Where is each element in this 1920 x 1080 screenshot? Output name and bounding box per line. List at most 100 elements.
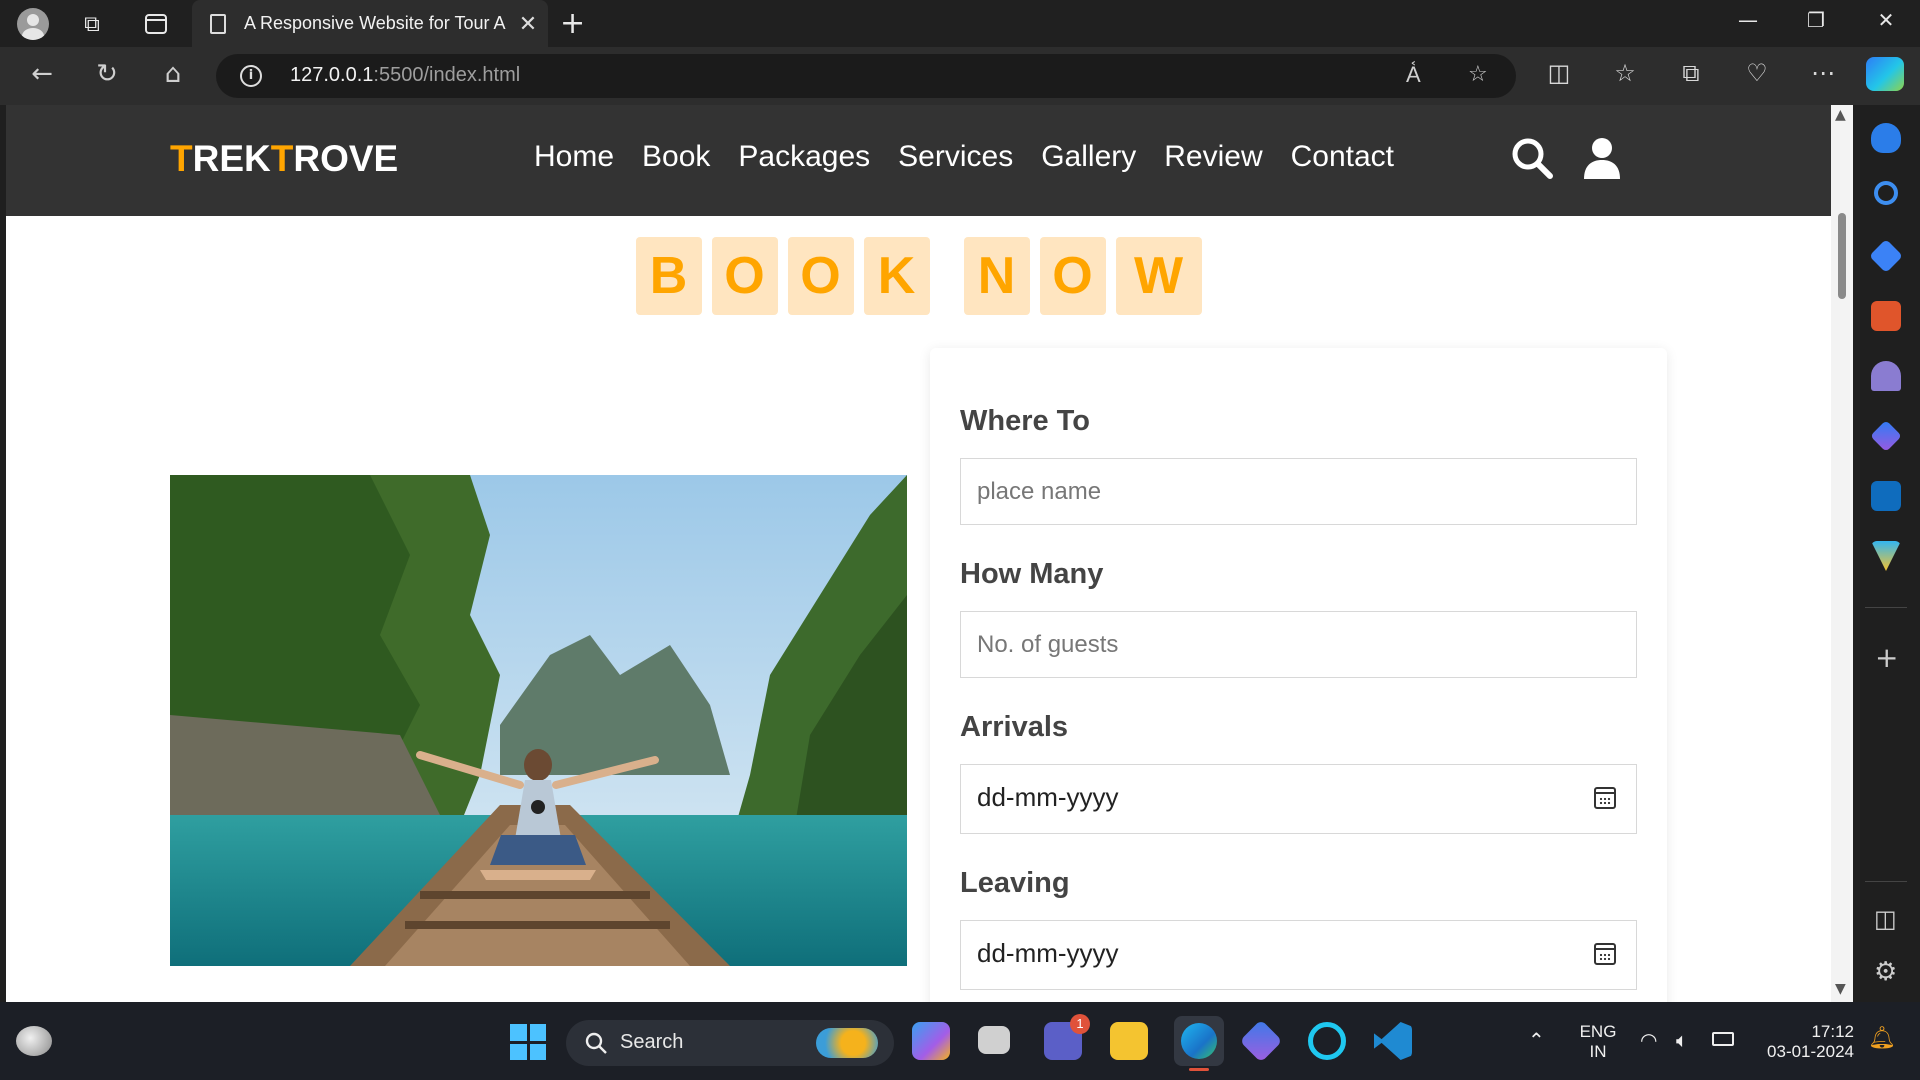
page-viewport: TREKTROVE Home Book Packages Services Ga… — [6, 105, 1831, 1002]
user-icon[interactable] — [1579, 135, 1625, 181]
tab-actions-icon[interactable] — [140, 8, 172, 40]
minimize-button[interactable]: — — [1728, 8, 1768, 32]
leaving-label: Leaving — [960, 867, 1070, 899]
cortana-icon[interactable] — [1308, 1022, 1346, 1060]
browser-essentials-icon[interactable]: ♡ — [1739, 59, 1775, 87]
file-explorer-icon[interactable] — [1110, 1022, 1148, 1060]
tab-close-icon[interactable]: ✕ — [508, 11, 548, 37]
address-bar[interactable]: i 127.0.0.1:5500/index.html A᷾ ☆ — [216, 54, 1516, 98]
heading-letter: O — [787, 237, 854, 315]
nav-book[interactable]: Book — [642, 140, 710, 174]
profile-avatar[interactable] — [17, 8, 49, 40]
taskbar-search-label: Search — [620, 1031, 684, 1053]
edge-sidebar: + ◫ ⚙ — [1853, 105, 1920, 1002]
wifi-icon[interactable]: ◠ — [1640, 1028, 1657, 1052]
vscode-icon[interactable] — [1374, 1022, 1412, 1060]
copilot-icon[interactable] — [1866, 57, 1904, 91]
leaving-date-value: dd-mm-yyyy — [977, 938, 1119, 968]
settings-gear-icon[interactable]: ⚙ — [1874, 957, 1897, 987]
how-many-label: How Many — [960, 558, 1104, 590]
url-text[interactable]: 127.0.0.1:5500/index.html — [290, 64, 520, 87]
close-window-button[interactable]: ✕ — [1866, 8, 1906, 32]
split-screen-icon[interactable]: ◫ — [1541, 59, 1577, 87]
nav-services[interactable]: Services — [898, 140, 1013, 174]
taskbar-search[interactable]: Search — [566, 1020, 894, 1066]
home-icon[interactable]: ⌂ — [155, 59, 191, 89]
teams-chat-icon[interactable]: 1 — [1044, 1014, 1090, 1060]
show-hidden-icons-chevron-icon[interactable]: ⌃ — [1528, 1028, 1545, 1052]
scrollbar-thumb[interactable] — [1838, 213, 1846, 299]
heading-letter: K — [863, 237, 930, 315]
nav-contact[interactable]: Contact — [1291, 140, 1394, 174]
clock-date: 03-01-2024 — [1767, 1042, 1854, 1061]
where-to-input[interactable]: place name — [960, 458, 1637, 525]
notification-bell-icon[interactable] — [1871, 123, 1901, 153]
outlook-icon[interactable] — [1871, 481, 1901, 511]
where-to-label: Where To — [960, 405, 1090, 437]
site-header: TREKTROVE Home Book Packages Services Ga… — [6, 105, 1831, 216]
restore-button[interactable]: ❐ — [1796, 8, 1836, 32]
nav-review[interactable]: Review — [1164, 140, 1262, 174]
volume-icon[interactable]: 🔈︎ — [1676, 1028, 1688, 1052]
start-windows-icon[interactable] — [510, 1024, 546, 1060]
main-nav: Home Book Packages Services Gallery Revi… — [534, 140, 1394, 174]
nav-gallery[interactable]: Gallery — [1041, 140, 1136, 174]
clock-time: 17:12 — [1811, 1022, 1854, 1041]
calendar-icon[interactable] — [1594, 943, 1616, 965]
heading-letter: N — [963, 237, 1030, 315]
new-tab-button[interactable]: + — [560, 6, 585, 41]
browser-title-bar: ⧉ A Responsive Website for Tour A ✕ + — … — [0, 0, 1920, 47]
guests-input[interactable]: No. of guests — [960, 611, 1637, 678]
taskbar-search-icon — [585, 1032, 607, 1054]
page-icon — [210, 13, 226, 34]
book-now-heading: B O O K N O W — [6, 237, 1831, 315]
copilot-pre-icon[interactable] — [912, 1022, 950, 1060]
edge-browser-icon-active[interactable] — [1174, 1016, 1224, 1071]
scroll-up-arrow-icon[interactable]: ▲ — [1835, 107, 1846, 123]
collections-icon[interactable]: ⧉ — [1673, 59, 1709, 87]
windows-taskbar: Search 1 ⌃ ENG IN ◠ 🔈︎ 17:12 03-01-2024 🔔… — [0, 1002, 1920, 1080]
back-icon[interactable]: ← — [24, 59, 60, 89]
scroll-down-arrow-icon[interactable]: ▼ — [1835, 981, 1846, 997]
battery-icon[interactable] — [1712, 1032, 1734, 1046]
heading-letter: B — [635, 237, 702, 315]
chat-badge: 1 — [1070, 1014, 1090, 1034]
search-highlight-icon — [816, 1028, 878, 1058]
page-scrollbar[interactable]: ▲ ▼ — [1831, 105, 1853, 1002]
arrivals-label: Arrivals — [960, 711, 1069, 743]
heading-letter: O — [711, 237, 778, 315]
book-image — [170, 475, 907, 966]
arrivals-date-input[interactable]: dd-mm-yyyy — [960, 764, 1637, 834]
site-info-icon[interactable]: i — [240, 65, 262, 87]
calendar-icon[interactable] — [1594, 787, 1616, 809]
favorite-star-icon[interactable]: ☆ — [1468, 62, 1488, 87]
notification-icon[interactable]: 🔔︎ — [1868, 1026, 1896, 1051]
nav-packages[interactable]: Packages — [738, 140, 870, 174]
copilot-app-icon[interactable] — [1239, 1019, 1283, 1063]
leaving-date-input[interactable]: dd-mm-yyyy — [960, 920, 1637, 990]
language-indicator[interactable]: ENG IN — [1578, 1022, 1618, 1062]
games-icon[interactable] — [1871, 361, 1901, 391]
copilot-sidebar-icon[interactable] — [1870, 420, 1902, 452]
hide-sidebar-icon[interactable]: ◫ — [1874, 905, 1897, 933]
arrivals-date-value: dd-mm-yyyy — [977, 782, 1119, 812]
tools-icon[interactable] — [1871, 301, 1901, 331]
weather-icon[interactable] — [16, 1026, 52, 1056]
clock[interactable]: 17:12 03-01-2024 — [1754, 1022, 1854, 1062]
site-logo[interactable]: TREKTROVE — [170, 138, 398, 180]
shopping-tag-icon[interactable] — [1869, 239, 1903, 273]
read-aloud-icon[interactable]: A᷾ — [1406, 62, 1421, 88]
browser-tab[interactable]: A Responsive Website for Tour A ✕ — [192, 0, 548, 47]
search-icon[interactable] — [1509, 135, 1555, 181]
more-options-icon[interactable]: ⋯ — [1805, 59, 1841, 87]
drop-icon[interactable] — [1871, 541, 1901, 571]
search-sidebar-icon[interactable] — [1874, 181, 1898, 205]
add-sidebar-app-icon[interactable]: + — [1875, 641, 1898, 674]
nav-home[interactable]: Home — [534, 140, 614, 174]
task-view-icon[interactable] — [978, 1026, 1010, 1054]
refresh-icon[interactable]: ↻ — [89, 59, 125, 89]
favorites-icon[interactable]: ☆ — [1607, 59, 1643, 87]
workspaces-icon[interactable]: ⧉ — [76, 8, 108, 40]
heading-letter: W — [1115, 237, 1202, 315]
address-toolbar: ← ↻ ⌂ i 127.0.0.1:5500/index.html A᷾ ☆ ◫… — [0, 47, 1920, 105]
